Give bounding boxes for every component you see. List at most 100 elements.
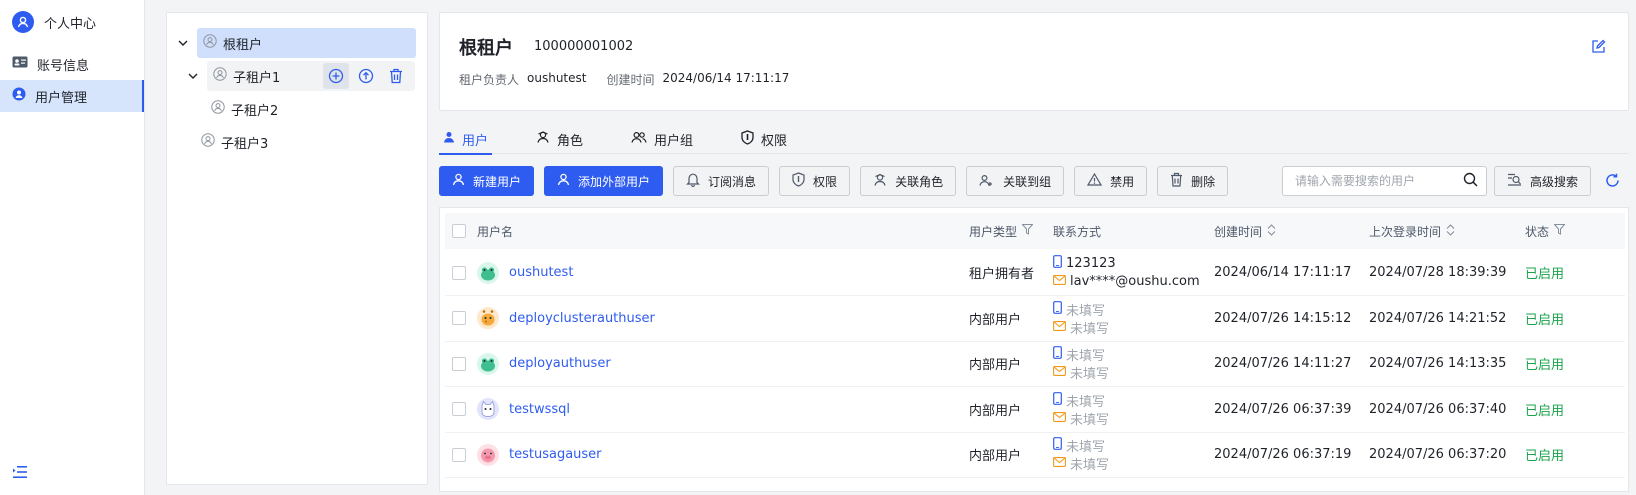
- col-label: 上次登录时间: [1369, 223, 1441, 240]
- link-role-button[interactable]: 关联角色: [860, 166, 956, 196]
- tab-groups[interactable]: 用户组: [627, 124, 697, 154]
- subscribe-button[interactable]: 订阅消息: [673, 166, 769, 196]
- username-link[interactable]: oushutest: [509, 265, 573, 280]
- phone-value: 未填写: [1066, 436, 1105, 455]
- status-badge: 已启用: [1525, 295, 1564, 342]
- table-row[interactable]: oushutest租户拥有者123123lav****@oushu.com202…: [445, 249, 1625, 296]
- contact-cell: 未填写未填写: [1053, 295, 1109, 342]
- email-value: 未填写: [1070, 318, 1109, 337]
- tab-users[interactable]: 用户: [439, 124, 492, 154]
- tree-node-root-label-wrap[interactable]: 根租户: [197, 28, 416, 58]
- tree-node-child2[interactable]: 子租户2: [211, 94, 391, 124]
- trash-icon[interactable]: [383, 63, 409, 89]
- table-row[interactable]: testwssql内部用户未填写未填写2024/07/26 06:37:3920…: [445, 386, 1625, 433]
- tree-node-child1[interactable]: 子租户1: [185, 61, 423, 91]
- filter-icon[interactable]: [1022, 224, 1033, 238]
- tree-node-label: 子租户3: [221, 133, 268, 152]
- tenant-name: 根租户: [459, 34, 513, 60]
- filter-icon[interactable]: [1554, 224, 1565, 238]
- tree-node-root[interactable]: 根租户: [175, 28, 423, 58]
- add-subtenant-icon[interactable]: [323, 63, 349, 89]
- chevron-down-icon[interactable]: [185, 73, 201, 79]
- row-checkbox[interactable]: [452, 249, 466, 296]
- tenant-icon: [201, 133, 215, 151]
- chevron-down-icon[interactable]: [175, 40, 191, 46]
- user-type-cell: 内部用户: [969, 295, 1021, 342]
- tab-label: 权限: [761, 130, 787, 149]
- id-card-icon: [12, 56, 28, 72]
- phone-value: 123123: [1066, 256, 1116, 271]
- username-cell[interactable]: testusagauser: [477, 431, 602, 478]
- tab-permissions[interactable]: 权限: [737, 124, 791, 154]
- button-label: 权限: [813, 173, 837, 190]
- username-link[interactable]: testusagauser: [509, 447, 602, 462]
- nav-item-account-info[interactable]: 账号信息: [0, 48, 144, 80]
- mail-icon: [1053, 411, 1066, 426]
- last-login-cell: 2024/07/26 06:37:20: [1369, 431, 1506, 478]
- tab-label: 用户: [462, 130, 488, 149]
- username-cell[interactable]: deployauthuser: [477, 340, 611, 387]
- user-type-cell: 租户拥有者: [969, 249, 1034, 296]
- tree-node-child3[interactable]: 子租户3: [201, 127, 381, 157]
- sort-icon[interactable]: [1267, 224, 1276, 239]
- last-login-cell: 2024/07/28 18:39:39: [1369, 249, 1506, 296]
- username-cell[interactable]: oushutest: [477, 249, 573, 296]
- advanced-search-button[interactable]: 高级搜索: [1494, 166, 1591, 196]
- move-up-icon[interactable]: [353, 63, 379, 89]
- refresh-icon[interactable]: [1605, 173, 1620, 192]
- tree-node-child1-label-wrap[interactable]: 子租户1: [207, 61, 415, 91]
- tenant-meta: 租户负责人 oushutest 创建时间 2024/06/14 17:11:17: [459, 71, 789, 88]
- row-checkbox[interactable]: [452, 295, 466, 342]
- button-label: 关联到组: [1003, 173, 1051, 190]
- user-type-cell: 内部用户: [969, 431, 1021, 478]
- username-link[interactable]: deployclusterauthuser: [509, 311, 655, 326]
- status-badge: 已启用: [1525, 431, 1564, 478]
- row-checkbox[interactable]: [452, 386, 466, 433]
- row-checkbox[interactable]: [452, 431, 466, 478]
- sort-icon[interactable]: [1446, 224, 1455, 239]
- shield-icon: [792, 172, 805, 190]
- table-header: 用户名 用户类型 联系方式 创建时间 上次登录时间 状态: [445, 213, 1625, 249]
- permission-button[interactable]: 权限: [779, 166, 850, 196]
- phone-value: 未填写: [1066, 391, 1105, 410]
- table-row[interactable]: testusagauser 内部用户未填写未填写 2024/07/26 06:37:…: [445, 431, 1625, 478]
- role-icon: [536, 131, 550, 147]
- mail-icon: [1053, 456, 1066, 471]
- username-cell[interactable]: testwssql: [477, 386, 570, 433]
- user-icon: [443, 131, 455, 147]
- user-type-cell: 内部用户: [969, 340, 1021, 387]
- add-user-icon: [557, 173, 570, 189]
- edit-icon[interactable]: [1591, 39, 1606, 58]
- nav-item-user-management[interactable]: 用户管理: [0, 80, 144, 112]
- col-label: 创建时间: [1214, 223, 1262, 240]
- collapse-menu-icon[interactable]: [12, 465, 28, 483]
- col-created[interactable]: 创建时间: [1214, 213, 1276, 249]
- status-badge: 已启用: [1525, 249, 1564, 296]
- disable-button[interactable]: 禁用: [1074, 166, 1147, 196]
- username-link[interactable]: deployauthuser: [509, 356, 611, 371]
- search-icon[interactable]: [1463, 172, 1478, 191]
- bell-icon: [686, 172, 700, 190]
- created-cell: 2024/07/26 06:37:19: [1214, 431, 1351, 478]
- username-link[interactable]: testwssql: [509, 402, 570, 417]
- tenant-tree-panel: 根租户 子租户1: [166, 12, 428, 485]
- phone-value: 未填写: [1066, 345, 1105, 364]
- tree-node-label: 子租户2: [231, 100, 278, 119]
- new-user-button[interactable]: 新建用户: [439, 166, 534, 196]
- contact-cell: 未填写未填写: [1053, 431, 1109, 478]
- add-external-user-button[interactable]: 添加外部用户: [544, 166, 663, 196]
- select-all-checkbox[interactable]: [452, 213, 466, 249]
- advanced-search-icon: [1507, 173, 1522, 190]
- mail-icon: [1053, 274, 1066, 289]
- delete-button[interactable]: 删除: [1157, 166, 1228, 196]
- left-nav: 个人中心 账号信息 用户管理: [0, 0, 145, 495]
- table-row[interactable]: deployclusterauthuser内部用户未填写未填写2024/07/2…: [445, 295, 1625, 342]
- link-group-button[interactable]: 关联到组: [966, 166, 1064, 196]
- col-last-login[interactable]: 上次登录时间: [1369, 213, 1455, 249]
- shield-icon: [741, 130, 754, 149]
- username-cell[interactable]: deployclusterauthuser: [477, 295, 655, 342]
- table-row[interactable]: deployauthuser内部用户未填写未填写2024/07/26 14:11…: [445, 340, 1625, 387]
- tab-roles[interactable]: 角色: [532, 124, 587, 154]
- row-checkbox[interactable]: [452, 340, 466, 387]
- user-search-input[interactable]: [1295, 174, 1463, 188]
